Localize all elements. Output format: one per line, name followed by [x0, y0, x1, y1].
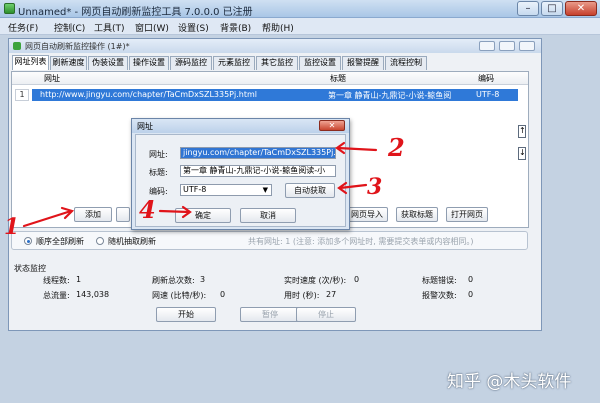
label-sequential: 顺序全部刷新	[36, 237, 84, 246]
refresh-mode-group: 顺序全部刷新 随机抽取刷新 共有网址: 1 (注意: 添加多个网址时, 需要提交…	[11, 231, 528, 250]
refresh-total-value: 3	[200, 275, 206, 284]
traffic-value: 143,038	[76, 290, 110, 299]
tab-other-monitor[interactable]: 其它监控	[256, 56, 298, 70]
tab-element-monitor[interactable]: 元素监控	[213, 56, 255, 70]
add-button[interactable]: 添加	[74, 207, 112, 222]
radio-random[interactable]	[96, 237, 104, 245]
alarm-value: 0	[468, 290, 474, 299]
menu-task[interactable]: 任务(F)	[8, 21, 38, 34]
menu-tools[interactable]: 工具(T)	[94, 21, 125, 34]
menu-help[interactable]: 帮助(H)	[262, 21, 294, 34]
row-encoding: UTF-8	[476, 90, 500, 99]
net-speed-value: 0	[220, 290, 226, 299]
realtime-speed-value: 0	[354, 275, 360, 284]
annotation-1: 1	[4, 214, 20, 240]
maximize-button[interactable]: □	[541, 1, 563, 16]
child-titlebar: 网页自动刷新监控操作 (1#)*	[9, 39, 541, 53]
open-page-button[interactable]: 打开网页	[446, 207, 488, 222]
status-heading: 状态监控	[14, 264, 46, 273]
dialog-encoding-value: UTF-8	[183, 185, 207, 194]
annotation-2: 2	[388, 133, 405, 162]
stop-button[interactable]: 停止	[296, 307, 356, 322]
move-down-button[interactable]: ↓	[518, 147, 526, 160]
refresh-total-label: 刷新总次数:	[152, 276, 195, 285]
threads-value: 1	[76, 275, 82, 284]
title-error-value: 0	[468, 275, 474, 284]
traffic-label: 总流量:	[43, 291, 70, 300]
row-number: 1	[15, 89, 29, 101]
app-logo-icon	[4, 3, 15, 14]
elapsed-value: 27	[326, 290, 337, 299]
start-button[interactable]: 开始	[156, 307, 216, 322]
row-title: 第一章 静青山-九鼎记-小说-鲸鱼阅	[328, 91, 452, 100]
annotation-4: 4	[139, 195, 156, 224]
net-speed-label: 网速 (比特/秒):	[152, 291, 207, 300]
tab-monitor-settings[interactable]: 监控设置	[299, 56, 341, 70]
tab-alarm[interactable]: 报警提醒	[342, 56, 384, 70]
header-encoding[interactable]: 编码	[478, 73, 494, 84]
tab-flow-control[interactable]: 流程控制	[385, 56, 427, 70]
close-button[interactable]: ✕	[565, 1, 597, 16]
move-up-button[interactable]: ↑	[518, 125, 526, 138]
tab-source-monitor[interactable]: 源码监控	[170, 56, 212, 70]
get-title-button[interactable]: 获取标题	[396, 207, 438, 222]
edit-button[interactable]	[116, 207, 130, 222]
dialog-url-input[interactable]: jingyu.com/chapter/TaCmDxSZL335Pj.html	[180, 147, 336, 159]
dialog-ok-button[interactable]: 确定	[175, 208, 231, 223]
dialog-url-label: 网址:	[149, 150, 168, 159]
menu-window[interactable]: 窗口(W)	[135, 21, 169, 34]
menu-bar: 任务(F) 控制(C) 工具(T) 窗口(W) 设置(S) 背景(B) 帮助(H…	[0, 18, 600, 35]
radio-sequential[interactable]	[24, 237, 32, 245]
status-panel: 状态监控 线程数: 1 刷新总次数: 3 实时速度 (次/秒): 0 标题错误:…	[8, 261, 542, 331]
import-button[interactable]: 网页导入	[346, 207, 388, 222]
dialog-close-button[interactable]: ✕	[319, 120, 345, 131]
dialog-body: 网址: jingyu.com/chapter/TaCmDxSZL335Pj.ht…	[135, 134, 346, 227]
realtime-speed-label: 实时速度 (次/秒):	[284, 276, 347, 285]
url-dialog: 网址 ✕ 网址: jingyu.com/chapter/TaCmDxSZL335…	[131, 118, 350, 230]
row-url: http://www.jingyu.com/chapter/TaCmDxSZL3…	[40, 90, 257, 99]
menu-control[interactable]: 控制(C)	[54, 21, 85, 34]
tab-operation[interactable]: 操作设置	[129, 56, 169, 70]
app-title: Unnamed* - 网页自动刷新监控工具 7.0.0.0 已注册	[18, 7, 253, 18]
watermark: 知乎 @木头软件	[447, 372, 572, 392]
threads-label: 线程数:	[43, 276, 70, 285]
dialog-title-label: 标题:	[149, 168, 168, 177]
tab-disguise[interactable]: 伪装设置	[88, 56, 128, 70]
elapsed-label: 用时 (秒):	[284, 291, 320, 300]
dialog-cancel-button[interactable]: 取消	[240, 208, 296, 223]
child-window-icon	[13, 42, 21, 50]
header-url[interactable]: 网址	[44, 73, 60, 84]
annotation-3: 3	[367, 174, 383, 200]
table-header: 网址 标题 编码	[12, 72, 528, 85]
dialog-encoding-select[interactable]: UTF-8 ▼	[180, 184, 272, 196]
tab-url-list[interactable]: 网址列表	[12, 55, 49, 70]
table-row[interactable]: http://www.jingyu.com/chapter/TaCmDxSZL3…	[32, 89, 518, 101]
url-count-note: 共有网址: 1 (注意: 添加多个网址时, 需要提交表单或内容相同。)	[248, 237, 474, 246]
alarm-label: 报警次数:	[422, 291, 457, 300]
pause-button[interactable]: 暂停	[240, 307, 300, 322]
dialog-titlebar: 网址 ✕	[132, 119, 349, 133]
dialog-title: 网址	[137, 122, 153, 131]
child-minimize-button[interactable]	[479, 41, 495, 51]
title-error-label: 标题错误:	[422, 276, 457, 285]
menu-settings[interactable]: 设置(S)	[178, 21, 209, 34]
header-title[interactable]: 标题	[330, 73, 346, 84]
minimize-button[interactable]: –	[517, 1, 539, 16]
child-title: 网页自动刷新监控操作 (1#)*	[25, 42, 130, 51]
dialog-title-input[interactable]: 第一章 静青山-九鼎记-小说-鲸鱼阅读-小	[180, 165, 336, 177]
label-random: 随机抽取刷新	[108, 237, 156, 246]
app-titlebar: Unnamed* - 网页自动刷新监控工具 7.0.0.0 已注册 – □ ✕	[0, 0, 600, 18]
menu-background[interactable]: 背景(B)	[220, 21, 251, 34]
auto-get-button[interactable]: 自动获取	[285, 183, 335, 198]
child-restore-button[interactable]	[499, 41, 515, 51]
chevron-down-icon: ▼	[262, 186, 268, 194]
tab-refresh-speed[interactable]: 刷新速度	[50, 56, 87, 70]
child-close-button[interactable]	[519, 41, 535, 51]
